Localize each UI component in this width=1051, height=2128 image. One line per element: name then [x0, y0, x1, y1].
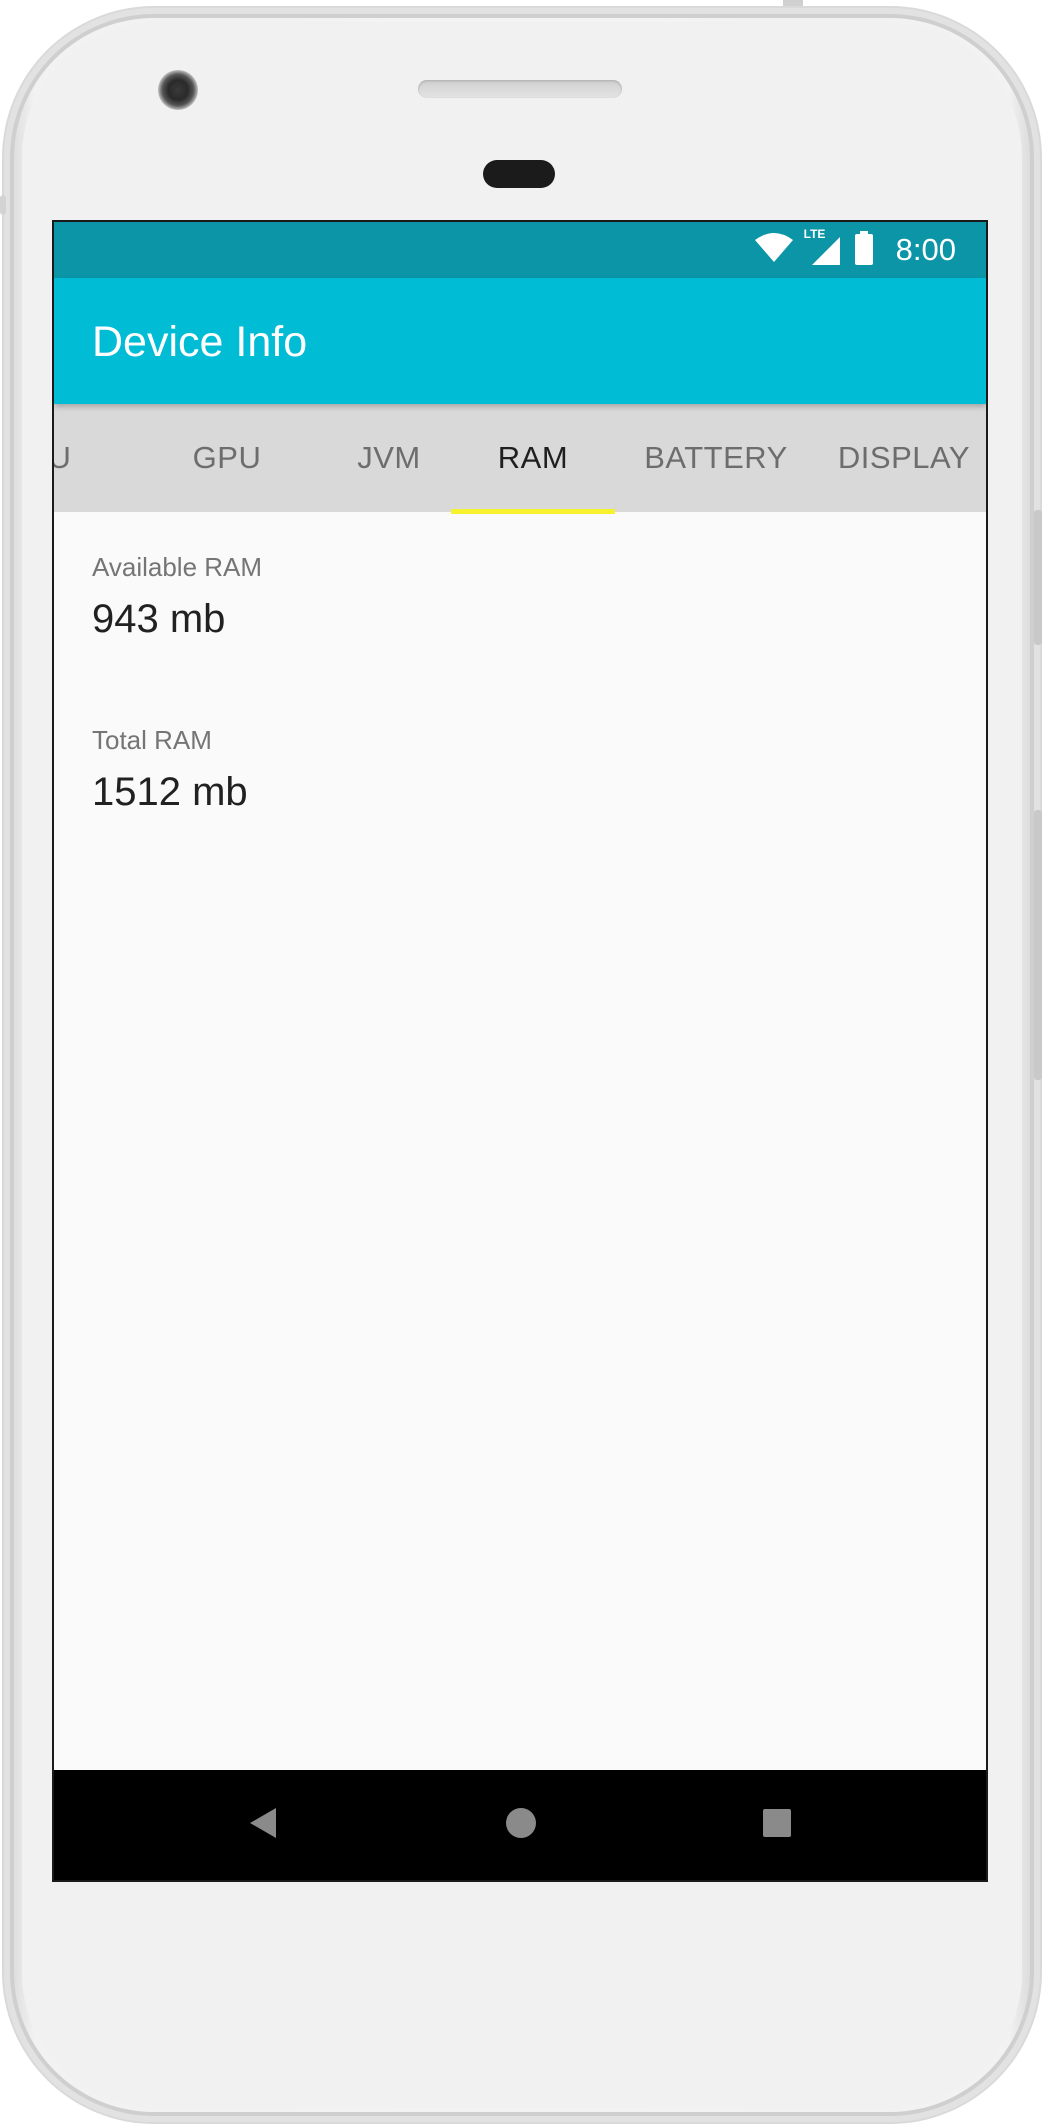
phone-side-button-upper [1034, 510, 1042, 645]
total-ram-label: Total RAM [92, 725, 212, 755]
tab-gpu[interactable]: GPU [154, 404, 300, 512]
status-bar: LTE 8:00 [54, 222, 986, 278]
status-icons: LTE 8:00 [754, 222, 956, 278]
phone-left-edge-mark [0, 195, 6, 215]
device-mockup: LTE 8:00 Device Info U GPU JVM RAM BATTE… [0, 0, 1051, 2128]
app-bar: Device Info [54, 278, 986, 404]
proximity-sensor [483, 160, 555, 188]
front-camera [158, 70, 198, 110]
battery-icon [854, 230, 874, 270]
available-ram-value: 943 mb [92, 597, 226, 641]
tab-ram[interactable]: RAM [451, 404, 615, 512]
wifi-icon [754, 232, 794, 269]
tab-display[interactable]: DISPLAY [818, 404, 986, 512]
total-ram-value: 1512 mb [92, 770, 248, 814]
tab-battery[interactable]: BATTERY [620, 404, 812, 512]
status-time: 8:00 [895, 232, 956, 267]
home-icon [505, 1807, 537, 1844]
phone-screen: LTE 8:00 Device Info U GPU JVM RAM BATTE… [52, 220, 988, 1882]
available-ram-label: Available RAM [92, 552, 263, 582]
active-tab-indicator [451, 509, 615, 514]
navigation-bar [54, 1770, 986, 1880]
recents-icon [762, 1808, 792, 1843]
app-title: Device Info [92, 318, 308, 366]
tab-jvm[interactable]: JVM [316, 404, 462, 512]
earpiece-speaker [418, 80, 622, 98]
total-ram-field: Total RAM 1512 mb [92, 725, 248, 815]
tab-bar: U GPU JVM RAM BATTERY DISPLAY [54, 404, 986, 512]
tab-cpu-partial[interactable]: U [54, 404, 100, 512]
back-button[interactable] [208, 1770, 318, 1880]
lte-signal-icon: LTE [804, 227, 842, 267]
available-ram-field: Available RAM 943 mb [92, 552, 262, 642]
lte-label: LTE [803, 227, 826, 241]
back-icon [248, 1807, 278, 1844]
recents-button[interactable] [722, 1770, 832, 1880]
home-button[interactable] [466, 1770, 576, 1880]
phone-side-button-lower [1034, 810, 1042, 1080]
